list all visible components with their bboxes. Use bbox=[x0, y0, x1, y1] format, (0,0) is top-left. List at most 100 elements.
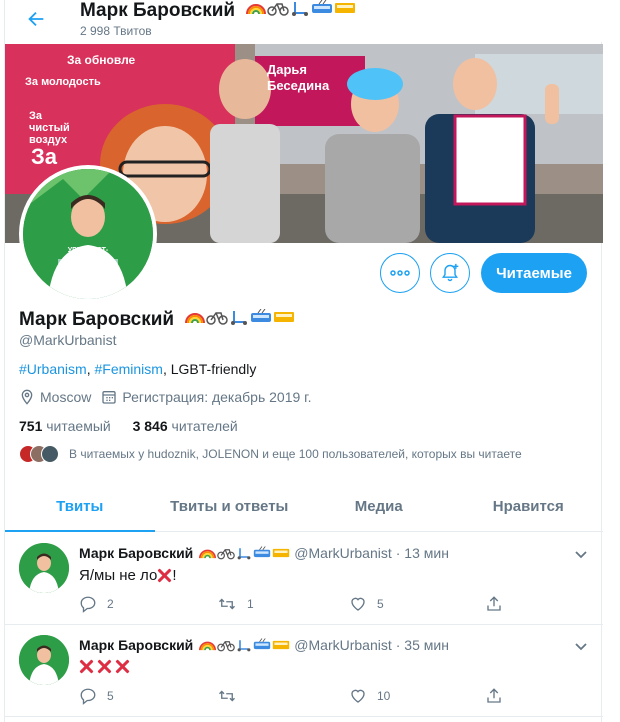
tweet-text: Я/мы не ло ! bbox=[79, 567, 177, 584]
tweet-emoji-group bbox=[199, 546, 290, 560]
following-stat[interactable]: 751 читаемый bbox=[19, 418, 111, 434]
tweet-emoji-group bbox=[199, 638, 290, 652]
rainbow-icon bbox=[246, 4, 267, 15]
banner-sign-3: За чистый воздух bbox=[29, 110, 70, 146]
like-button[interactable]: 10 bbox=[349, 687, 390, 705]
share-button[interactable] bbox=[485, 687, 503, 705]
profile-location: Moscow bbox=[40, 389, 92, 405]
profile-tabs: Твиты Твиты и ответы Медиа Нравится bbox=[5, 482, 603, 532]
heart-icon bbox=[351, 689, 365, 703]
tweet-timestamp[interactable]: · 35 мин bbox=[396, 637, 449, 653]
more-dots-icon bbox=[390, 270, 410, 276]
share-icon bbox=[487, 688, 501, 703]
chevron-down-icon bbox=[575, 643, 587, 651]
profile-handle: @MarkUrbanist bbox=[19, 332, 117, 348]
location-pin-icon bbox=[19, 389, 35, 405]
like-count: 5 bbox=[377, 597, 384, 611]
trolleybus-icon bbox=[251, 309, 272, 322]
scooter-icon bbox=[292, 2, 309, 16]
profile-stats: 751 читаемый 3 846 читателей bbox=[19, 418, 256, 434]
banner-sign-4: За bbox=[31, 144, 58, 169]
tweet-author-name[interactable]: Марк Баровский bbox=[79, 637, 193, 653]
followers-count: 3 846 bbox=[132, 418, 168, 434]
banner-candidate-name: Дарья Беседина bbox=[267, 62, 330, 93]
tram-icon bbox=[273, 640, 290, 650]
tweet-author-handle[interactable]: @MarkUrbanist bbox=[294, 637, 391, 653]
bicycle-icon bbox=[206, 312, 229, 325]
followers-you-know[interactable]: В читаемых у hudoznik, JOLENON и еще 100… bbox=[19, 445, 522, 463]
retweet-icon bbox=[219, 690, 235, 702]
rainbow-icon bbox=[199, 549, 217, 559]
trolleybus-icon bbox=[312, 0, 333, 13]
banner-sign-1: За обновле bbox=[67, 53, 136, 67]
tweet-text bbox=[79, 659, 130, 674]
retweet-count: 1 bbox=[247, 597, 254, 611]
reply-count: 5 bbox=[107, 689, 114, 703]
profile-meta: Moscow Регистрация: декабрь 2019 г. bbox=[19, 389, 311, 405]
reply-icon bbox=[80, 688, 96, 705]
tweet-text-start: Я/мы не ло bbox=[79, 567, 158, 584]
tweet-count: 2 998 Твитов bbox=[80, 24, 152, 38]
scooter-icon bbox=[231, 311, 248, 325]
trolleybus-icon bbox=[254, 638, 271, 650]
cross-mark-icon bbox=[157, 568, 172, 583]
tram-icon bbox=[335, 3, 356, 13]
followers-stat[interactable]: 3 846 читателей bbox=[133, 418, 238, 434]
tram-icon bbox=[273, 548, 290, 558]
followers-you-know-text: В читаемых у hudoznik, JOLENON и еще 100… bbox=[69, 447, 522, 461]
bell-plus-icon bbox=[442, 263, 459, 282]
chevron-down-icon bbox=[575, 551, 587, 559]
like-button[interactable]: 5 bbox=[349, 595, 384, 613]
reply-button[interactable]: 5 bbox=[79, 687, 114, 705]
header-name: Марк Баровский bbox=[80, 0, 236, 21]
tab-tweets[interactable]: Твиты bbox=[5, 482, 155, 532]
retweet-icon bbox=[219, 598, 235, 610]
header-name-row: Марк Баровский bbox=[80, 0, 356, 22]
following-label: читаемый bbox=[46, 418, 111, 434]
retweet-button[interactable]: 1 bbox=[217, 595, 254, 613]
tweet-menu-button[interactable] bbox=[571, 545, 591, 565]
cross-mark-icon bbox=[115, 659, 130, 674]
back-button[interactable] bbox=[21, 4, 51, 34]
tab-media[interactable]: Медиа bbox=[304, 482, 454, 531]
tweet-actions: 2 1 5 bbox=[79, 595, 519, 615]
back-arrow-icon bbox=[28, 11, 44, 27]
following-button[interactable]: Читаемые bbox=[481, 253, 587, 293]
cross-mark-icon bbox=[97, 659, 112, 674]
tweet-author-handle[interactable]: @MarkUrbanist bbox=[294, 545, 391, 561]
avatar-caption: УРБАНИСТ-ЭКОЛОГ bbox=[67, 247, 109, 261]
tweet-header: Марк Баровский @MarkUrbanist · 35 мин bbox=[79, 637, 449, 653]
tweet-timestamp[interactable]: · 13 мин bbox=[396, 545, 449, 561]
tweet[interactable]: Марк Баровский @MarkUrbanist · 35 мин 5 … bbox=[5, 625, 603, 717]
profile-name-row: Марк Баровский bbox=[19, 309, 295, 331]
share-icon bbox=[487, 596, 501, 611]
tab-tweets-and-replies[interactable]: Твиты и ответы bbox=[155, 482, 305, 531]
notifications-button[interactable] bbox=[430, 253, 470, 293]
tab-likes[interactable]: Нравится bbox=[454, 482, 604, 531]
reply-button[interactable]: 2 bbox=[79, 595, 114, 613]
tweet-avatar[interactable] bbox=[19, 635, 69, 685]
tweet-avatar[interactable] bbox=[19, 543, 69, 593]
share-button[interactable] bbox=[485, 595, 503, 613]
more-button[interactable] bbox=[380, 253, 420, 293]
profile-name: Марк Баровский bbox=[19, 309, 175, 330]
profile-avatar[interactable]: УРБАНИСТ-ЭКОЛОГ bbox=[19, 165, 157, 303]
reply-count: 2 bbox=[107, 597, 114, 611]
avatar-image bbox=[23, 169, 153, 299]
following-count: 751 bbox=[19, 418, 43, 434]
tweet-author-name[interactable]: Марк Баровский bbox=[79, 545, 193, 561]
bicycle-icon bbox=[217, 549, 236, 560]
profile-emoji-group bbox=[185, 309, 295, 325]
retweet-button[interactable] bbox=[217, 687, 237, 705]
profile-bio: #Urbanism, #Feminism, LGBT-friendly bbox=[19, 361, 256, 377]
reply-icon bbox=[80, 596, 96, 613]
hashtag-feminism[interactable]: #Feminism bbox=[94, 361, 162, 377]
tweet-actions: 5 10 bbox=[79, 687, 519, 707]
followers-label: читателей bbox=[171, 418, 238, 434]
tweet[interactable]: Марк Баровский @MarkUrbanist · 13 мин Я/… bbox=[5, 533, 603, 625]
scooter-icon bbox=[237, 548, 251, 560]
top-bar: Марк Баровский 2 998 Твитов bbox=[5, 0, 603, 42]
rainbow-icon bbox=[199, 641, 217, 651]
hashtag-urbanism[interactable]: #Urbanism bbox=[19, 361, 87, 377]
tweet-menu-button[interactable] bbox=[571, 637, 591, 657]
